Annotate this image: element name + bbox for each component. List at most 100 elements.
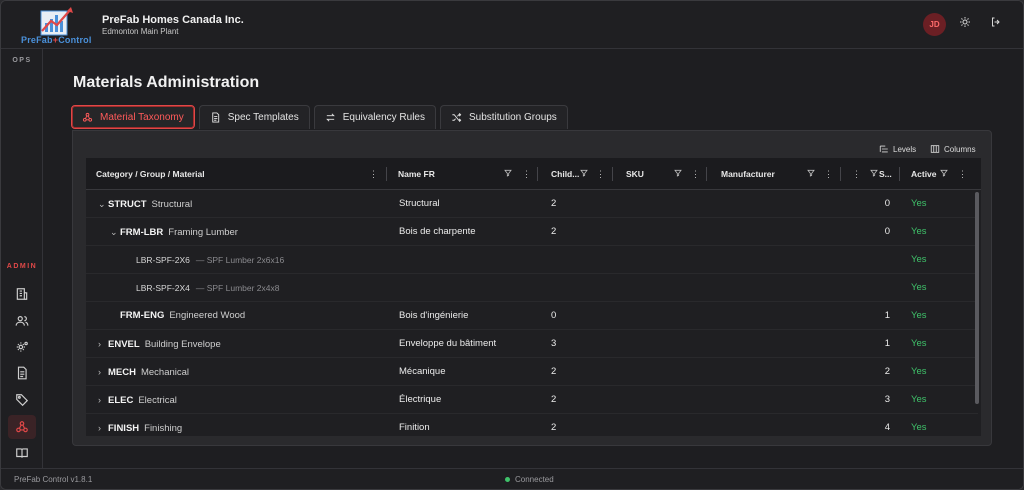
col-header-manufacturer[interactable]: Manufacturer	[721, 158, 775, 190]
app-window: PreFab+Control PreFab Homes Canada Inc. …	[0, 0, 1024, 490]
col-separator[interactable]	[386, 167, 387, 181]
chevron-right-icon[interactable]: ›	[98, 386, 108, 414]
tab-spec-templates[interactable]: Spec Templates	[198, 105, 310, 129]
sidebar-item-materials[interactable]	[8, 415, 36, 439]
page-title: Materials Administration	[73, 74, 260, 91]
taxonomy-icon	[16, 421, 28, 433]
col-separator[interactable]	[899, 167, 900, 181]
table-row[interactable]: › ELEC Electrical Électrique 2 3 Yes	[86, 386, 978, 414]
col-menu-icon[interactable]: ⋮	[958, 158, 967, 190]
table-row[interactable]: › MECH Mechanical Mécanique 2 2 Yes	[86, 358, 978, 386]
top-bar: PreFab+Control PreFab Homes Canada Inc. …	[1, 1, 1023, 49]
levels-button[interactable]: Levels	[879, 144, 916, 154]
cell-sort: 2	[884, 366, 890, 377]
col-menu-icon[interactable]: ⋮	[596, 158, 605, 190]
connection-status: Connected	[505, 475, 554, 484]
theme-toggle-sun-icon[interactable]	[956, 15, 974, 33]
col-separator[interactable]	[840, 167, 841, 181]
cell-category: LBR-SPF-2X4 — SPF Lumber 2x4x8	[136, 274, 279, 302]
sidebar-item-library[interactable]	[8, 441, 36, 465]
filter-icon[interactable]	[504, 158, 512, 190]
col-header-category[interactable]: Category / Group / Material	[96, 158, 205, 190]
table-row[interactable]: ⌄ STRUCT Structural Structural 2 0 Yes	[86, 190, 978, 218]
category-code: STRUCT	[108, 199, 147, 210]
logo-wordmark: PreFab+Control	[21, 35, 92, 45]
tab-material-taxonomy[interactable]: Material Taxonomy	[71, 105, 195, 129]
cell-category: ⌄ FRM-LBR Framing Lumber	[110, 218, 238, 246]
shuffle-icon	[452, 113, 462, 122]
filter-icon[interactable]	[674, 158, 682, 190]
chevron-down-icon[interactable]: ⌄	[98, 190, 108, 218]
tab-label: Material Taxonomy	[100, 111, 184, 123]
col-menu-icon[interactable]: ⋮	[852, 158, 861, 190]
sidebar-item-tags[interactable]	[8, 388, 36, 412]
col-separator[interactable]	[706, 167, 707, 181]
chevron-right-icon[interactable]: ›	[98, 358, 108, 386]
cell-children: 2	[551, 198, 557, 209]
col-menu-icon[interactable]: ⋮	[522, 158, 531, 190]
sidebar-item-settings[interactable]	[8, 335, 36, 359]
category-code: FINISH	[108, 423, 140, 434]
cell-name-fr: Bois d'ingénierie	[399, 310, 469, 321]
col-header-name-fr[interactable]: Name FR	[398, 158, 435, 190]
table-row[interactable]: LBR-SPF-2X6 — SPF Lumber 2x6x16 Yes	[86, 246, 978, 274]
scrollbar-thumb[interactable]	[975, 192, 979, 404]
table-row[interactable]: LBR-SPF-2X4 — SPF Lumber 2x4x8 Yes	[86, 274, 978, 302]
category-name: Building Envelope	[144, 339, 221, 350]
cell-name-fr: Finition	[399, 422, 430, 433]
columns-button[interactable]: Columns	[930, 144, 976, 154]
filter-icon[interactable]	[870, 158, 878, 190]
category-name: Framing Lumber	[168, 227, 238, 238]
users-icon	[15, 316, 29, 326]
cell-active: Yes	[911, 226, 927, 237]
sidebar-item-documents[interactable]	[8, 361, 36, 385]
chevron-right-icon[interactable]: ›	[98, 414, 108, 436]
col-header-sort[interactable]: S...	[879, 158, 892, 190]
col-menu-icon[interactable]: ⋮	[691, 158, 700, 190]
sidebar-item-users[interactable]	[8, 309, 36, 333]
filter-icon[interactable]	[940, 158, 948, 190]
cell-name-fr: Enveloppe du bâtiment	[399, 338, 497, 349]
columns-icon	[930, 145, 940, 153]
cell-category: FRM-ENG Engineered Wood	[110, 302, 245, 330]
tab-substitution-groups[interactable]: Substitution Groups	[439, 105, 568, 129]
col-separator[interactable]	[537, 167, 538, 181]
tab-equivalency-rules[interactable]: Equivalency Rules	[313, 105, 436, 129]
tab-label: Substitution Groups	[468, 112, 557, 123]
chevron-down-icon[interactable]: ⌄	[110, 218, 120, 246]
taxonomy-grid: Category / Group / Material ⋮ Name FR ⋮ …	[86, 158, 981, 436]
table-row[interactable]: ⌄ FRM-LBR Framing Lumber Bois de charpente 2…	[86, 218, 978, 246]
table-row[interactable]: › ENVEL Building Envelope Enveloppe du bâti…	[86, 330, 978, 358]
sidebar-section-admin: ADMIN	[6, 263, 38, 270]
col-separator[interactable]	[612, 167, 613, 181]
cell-active: Yes	[911, 366, 927, 377]
category-name: Structural	[151, 199, 193, 210]
col-menu-icon[interactable]: ⋮	[824, 158, 833, 190]
col-header-children[interactable]: Child...	[551, 158, 579, 190]
tab-bar: Material Taxonomy Spec Templates Equival…	[71, 105, 572, 131]
logout-icon[interactable]	[987, 15, 1005, 33]
vertical-scrollbar[interactable]	[975, 190, 979, 434]
category-name: Engineered Wood	[169, 310, 246, 321]
filter-icon[interactable]	[807, 158, 815, 190]
grid-header: Category / Group / Material ⋮ Name FR ⋮ …	[86, 158, 981, 190]
table-row[interactable]: FRM-ENG Engineered Wood Bois d'ingénierie 0…	[86, 302, 978, 330]
user-avatar[interactable]: JD	[923, 13, 946, 36]
category-code: ELEC	[108, 395, 134, 406]
building-icon	[16, 288, 28, 300]
cell-sort: 0	[884, 198, 890, 209]
chevron-right-icon[interactable]: ›	[98, 330, 108, 358]
col-header-active[interactable]: Active	[911, 158, 937, 190]
cell-children: 2	[551, 366, 557, 377]
category-name: Finishing	[144, 423, 183, 434]
sidebar-item-building[interactable]	[8, 282, 36, 306]
col-menu-icon[interactable]: ⋮	[369, 158, 378, 190]
cell-sort: 1	[884, 338, 890, 349]
col-header-sku[interactable]: SKU	[626, 158, 644, 190]
taxonomy-panel: Levels Columns Category / Group / Materi…	[72, 130, 992, 446]
cell-category: › ELEC Electrical	[98, 386, 177, 414]
filter-icon[interactable]	[580, 158, 588, 190]
sidebar: OPS ADMIN	[1, 49, 43, 468]
status-dot-icon	[505, 477, 510, 482]
table-row[interactable]: › FINISH Finishing Finition 2 4 Yes	[86, 414, 978, 436]
